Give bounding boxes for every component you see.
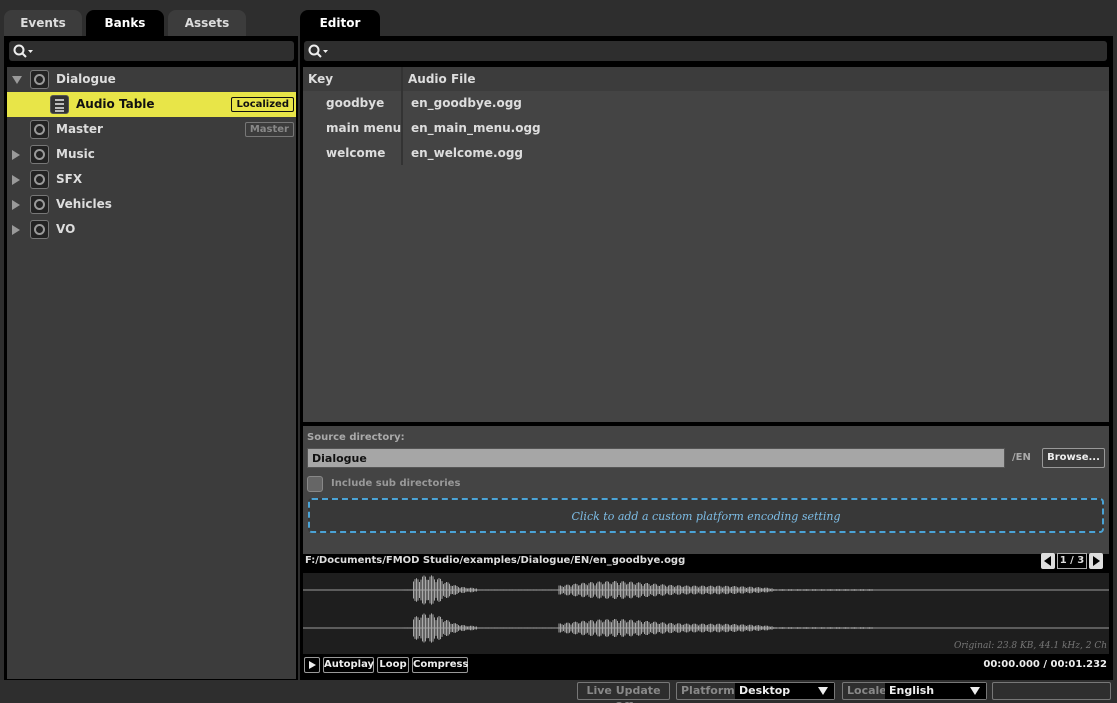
file-path-bar: F:/Documents/FMOD Studio/examples/Dialog… — [303, 552, 1109, 570]
original-file-info: Original: 23.8 KB, 44.1 kHz, 2 Ch — [953, 641, 1107, 651]
tree-item-music[interactable]: Music — [7, 142, 296, 167]
autoplay-button[interactable]: Autoplay — [323, 657, 374, 673]
platform-encoding-hint: Click to add a custom platform encoding … — [571, 510, 841, 523]
bank-icon — [30, 70, 49, 89]
prev-file-button[interactable] — [1041, 553, 1055, 569]
browse-button[interactable]: Browse... — [1042, 448, 1105, 468]
include-subdirectories-label: Include sub directories — [331, 478, 461, 489]
file-counter: 1 / 3 — [1057, 553, 1087, 569]
bank-icon — [30, 170, 49, 189]
tree-item-master[interactable]: Master Master — [7, 117, 296, 142]
row-key: goodbye — [326, 96, 385, 110]
live-update-button[interactable]: Live Update Off — [577, 682, 670, 703]
tree-item-label: SFX — [56, 172, 83, 186]
chevron-right-icon[interactable] — [12, 200, 20, 210]
arrow-left-icon — [1044, 556, 1051, 566]
browser-body: Dialogue Audio Table Localized Master Ma… — [4, 36, 298, 680]
source-locale-suffix: /EN — [1012, 452, 1031, 463]
locale-value: English — [889, 684, 935, 697]
tree-item-audio-table[interactable]: Audio Table Localized — [7, 92, 296, 117]
tree-item-sfx[interactable]: SFX — [7, 167, 296, 192]
waveform-view[interactable]: Original: 23.8 KB, 44.1 kHz, 2 Ch — [303, 573, 1109, 654]
chevron-down-icon — [818, 687, 828, 695]
tab-assets[interactable]: Assets — [168, 10, 246, 36]
row-file: en_main_menu.ogg — [411, 121, 541, 135]
tree-item-label: Master — [56, 122, 103, 136]
row-key: welcome — [326, 146, 386, 160]
tree-item-label: Audio Table — [76, 97, 155, 111]
arrow-right-icon — [1093, 556, 1100, 566]
bank-tree: Dialogue Audio Table Localized Master Ma… — [7, 67, 296, 679]
audio-table: Key Audio File goodbye en_goodbye.ogg ma… — [303, 67, 1109, 422]
next-file-button[interactable] — [1089, 553, 1103, 569]
browser-tabs: Events Banks Assets — [4, 8, 298, 36]
platform-dropdown[interactable]: Desktop — [735, 683, 834, 699]
tree-item-vehicles[interactable]: Vehicles — [7, 192, 296, 217]
search-icon — [308, 44, 328, 58]
table-row[interactable]: welcome en_welcome.ogg — [303, 141, 1109, 166]
source-directory-field[interactable]: Dialogue — [307, 448, 1005, 468]
column-header-audio-file[interactable]: Audio File — [408, 72, 476, 86]
tree-item-label: Dialogue — [56, 72, 116, 86]
editor-search-input[interactable] — [304, 41, 1107, 61]
bank-icon — [30, 120, 49, 139]
chevron-right-icon[interactable] — [12, 225, 20, 235]
tree-item-label: Music — [56, 147, 95, 161]
file-pager: 1 / 3 — [1041, 553, 1105, 569]
audio-table-icon — [50, 95, 69, 114]
bank-icon — [30, 195, 49, 214]
table-header: Key Audio File — [303, 67, 1109, 91]
browser-panel: Events Banks Assets Dialogue Audio Table… — [4, 8, 298, 680]
column-header-key[interactable]: Key — [308, 72, 333, 86]
playback-time: 00:00.000 / 00:01.232 — [983, 659, 1107, 670]
chevron-right-icon[interactable] — [12, 150, 20, 160]
locale-dropdown[interactable]: English — [885, 683, 986, 699]
tab-events[interactable]: Events — [4, 10, 82, 36]
source-settings: Source directory: Dialogue /EN Browse...… — [303, 426, 1109, 554]
include-subdirectories-checkbox[interactable] — [307, 476, 323, 492]
platform-selector[interactable]: Platform Desktop — [676, 682, 835, 700]
search-icon — [13, 44, 33, 58]
add-platform-encoding-button[interactable]: Click to add a custom platform encoding … — [308, 498, 1104, 533]
transport-bar: Autoplay Loop Compress 00:00.000 / 00:01… — [303, 656, 1109, 676]
platform-value: Desktop — [739, 684, 791, 697]
locale-selector[interactable]: Locale English — [842, 682, 987, 700]
tree-item-label: Vehicles — [56, 197, 112, 211]
play-button[interactable] — [304, 657, 320, 673]
tree-item-label: VO — [56, 222, 76, 236]
platform-label: Platform — [681, 684, 735, 697]
tab-banks[interactable]: Banks — [86, 10, 164, 36]
status-bar: Live Update Off Platform Desktop Locale … — [0, 681, 1117, 703]
editor-panel: Editor Key Audio File goodbye en_goodbye… — [300, 8, 1113, 680]
editor-body: Key Audio File goodbye en_goodbye.ogg ma… — [300, 36, 1113, 680]
localized-badge: Localized — [231, 97, 294, 112]
chevron-right-icon[interactable] — [12, 175, 20, 185]
row-file: en_goodbye.ogg — [411, 96, 522, 110]
chevron-down-icon[interactable] — [12, 76, 22, 84]
bank-icon — [30, 220, 49, 239]
master-badge: Master — [244, 122, 294, 137]
tab-editor[interactable]: Editor — [300, 10, 380, 36]
table-row[interactable]: goodbye en_goodbye.ogg — [303, 91, 1109, 116]
source-directory-label: Source directory: — [307, 432, 405, 443]
row-key: main menu — [326, 121, 402, 135]
play-icon — [309, 661, 316, 669]
bank-icon — [30, 145, 49, 164]
table-row[interactable]: main menu en_main_menu.ogg — [303, 116, 1109, 141]
compress-button[interactable]: Compress — [412, 657, 468, 673]
browser-search-input[interactable] — [9, 41, 294, 61]
locale-label: Locale — [847, 684, 887, 697]
loop-button[interactable]: Loop — [377, 657, 409, 673]
chevron-down-icon — [970, 687, 980, 695]
file-path: F:/Documents/FMOD Studio/examples/Dialog… — [305, 555, 686, 566]
fmod-window: Events Banks Assets Dialogue Audio Table… — [0, 0, 1117, 703]
tree-item-vo[interactable]: VO — [7, 217, 296, 242]
tree-item-dialogue[interactable]: Dialogue — [7, 67, 296, 92]
row-file: en_welcome.ogg — [411, 146, 524, 160]
status-message-box — [992, 682, 1111, 700]
